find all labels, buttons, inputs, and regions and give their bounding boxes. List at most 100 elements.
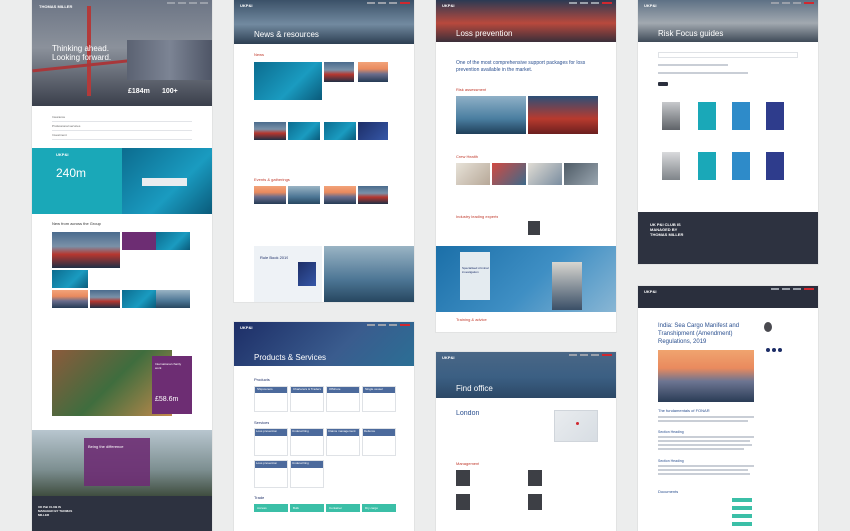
guide-cover[interactable]: [698, 152, 716, 180]
section-crew: Crew Health: [456, 155, 479, 159]
top-nav[interactable]: [771, 2, 814, 4]
rule-book-title[interactable]: Rule Book 2019: [260, 256, 288, 260]
news-image: [288, 122, 320, 140]
logo[interactable]: UKP&I: [644, 3, 656, 8]
body-line: [658, 416, 754, 418]
office-map[interactable]: [554, 410, 598, 442]
logo[interactable]: THOMAS MILLER: [39, 4, 72, 9]
share-icon[interactable]: [778, 348, 782, 352]
manager-avatar: [528, 470, 542, 486]
share-icons[interactable]: [766, 348, 782, 352]
body-line: [658, 440, 750, 442]
list-block: Insurance Professional services Investme…: [52, 113, 192, 140]
risk-image: [456, 96, 526, 134]
news-image: [254, 122, 286, 140]
intro-text: One of the most comprehensive support pa…: [456, 60, 586, 73]
guide-cover[interactable]: [732, 152, 750, 180]
top-nav[interactable]: [569, 354, 612, 356]
body-line: [658, 420, 748, 422]
download-button[interactable]: [732, 498, 752, 502]
body-line: [658, 436, 754, 438]
service-label: Loss prevention: [256, 429, 278, 433]
charity-amount: £58.6m: [155, 396, 179, 403]
section-news: News: [254, 53, 265, 57]
list-item[interactable]: Professional services: [52, 122, 192, 131]
news-image: [324, 62, 354, 82]
filter-button[interactable]: [658, 82, 668, 86]
section-events: Events & gatherings: [254, 178, 290, 182]
manager-avatar: [456, 494, 470, 510]
page-title: Loss prevention: [456, 29, 513, 38]
page-loss-prevention: UKP&I Loss prevention One of the most co…: [436, 0, 616, 332]
article-title: India: Sea Cargo Manifest and Transhipme…: [658, 323, 740, 345]
page-risk-focus-guides: UKP&I Risk Focus guides UK P&I CLUB IS M…: [638, 0, 818, 264]
guide-cover[interactable]: [698, 102, 716, 130]
download-button[interactable]: [732, 522, 752, 526]
logo[interactable]: UKP&I: [240, 325, 252, 330]
logo[interactable]: UKP&I: [442, 3, 454, 8]
product-label: Charterers & Traders: [293, 387, 322, 391]
stat-2: 100+: [162, 88, 178, 95]
body-line: [658, 473, 750, 475]
section-heading: Section Heading: [658, 459, 684, 463]
list-item[interactable]: Investment: [52, 131, 192, 140]
section-services: Services: [254, 421, 270, 425]
guide-cover[interactable]: [766, 102, 784, 130]
charity-title: International charity work: [155, 362, 182, 370]
rule-book-cover: [298, 262, 316, 286]
page-products-services: UKP&I Products & Services Products Shipo…: [234, 322, 414, 531]
footer: [638, 212, 818, 264]
logo[interactable]: UKP&I: [644, 289, 656, 294]
crew-image: [456, 163, 490, 185]
service-label: Loss prevention: [256, 461, 278, 465]
guide-cover[interactable]: [732, 102, 750, 130]
news-image: [324, 122, 356, 140]
trade-label: Bulk: [293, 506, 299, 510]
skyline: [127, 40, 212, 80]
logo[interactable]: UKP&I: [442, 355, 454, 360]
section-trade: Trade: [254, 496, 265, 500]
section-products: Products: [254, 378, 270, 382]
search-input[interactable]: [658, 52, 798, 58]
crew-image: [528, 163, 562, 185]
download-button[interactable]: [732, 506, 752, 510]
share-icon[interactable]: [772, 348, 776, 352]
specialised-title[interactable]: Specialised criminal investigation: [462, 266, 490, 274]
body-line: [658, 469, 748, 471]
news-image: [358, 62, 388, 82]
guide-cover[interactable]: [662, 102, 680, 130]
top-nav[interactable]: [167, 2, 208, 4]
crew-image: [492, 163, 526, 185]
section-risk: Risk assessment: [456, 88, 487, 92]
top-nav[interactable]: [367, 2, 410, 4]
guide-cover[interactable]: [766, 152, 784, 180]
list-item[interactable]: Insurance: [52, 113, 192, 122]
news-purple-card: [122, 232, 156, 250]
aerial-ships-image: [324, 246, 414, 302]
ukpi-teal-panel: [32, 148, 122, 214]
share-icon[interactable]: [766, 348, 770, 352]
page-title: Products & Services: [254, 353, 327, 362]
guide-cover[interactable]: [662, 152, 680, 180]
office-city: London: [456, 410, 480, 417]
specialised-card: [460, 252, 490, 300]
event-image: [324, 186, 356, 204]
filter-bar[interactable]: [658, 72, 748, 74]
section-title: New from across the Group: [52, 222, 101, 226]
page-article: UKP&I India: Sea Cargo Manifest and Tran…: [638, 286, 818, 531]
body-line: [658, 465, 754, 467]
stat-1: £184m: [128, 88, 150, 95]
news-image-7: [52, 290, 88, 308]
top-nav[interactable]: [367, 324, 410, 326]
logo[interactable]: UKP&I: [240, 3, 252, 8]
news-image-5: [122, 290, 156, 308]
download-button[interactable]: [732, 514, 752, 518]
hero-line-1: Thinking ahead.: [52, 44, 109, 53]
filter-bar[interactable]: [658, 64, 728, 66]
footer-logo: UK P&I CLUB IS MANAGED BY THOMAS MILLER: [650, 222, 684, 237]
event-image: [254, 186, 286, 204]
event-image: [288, 186, 320, 204]
top-nav[interactable]: [771, 288, 814, 290]
body-line: [658, 448, 744, 450]
top-nav[interactable]: [569, 2, 612, 4]
